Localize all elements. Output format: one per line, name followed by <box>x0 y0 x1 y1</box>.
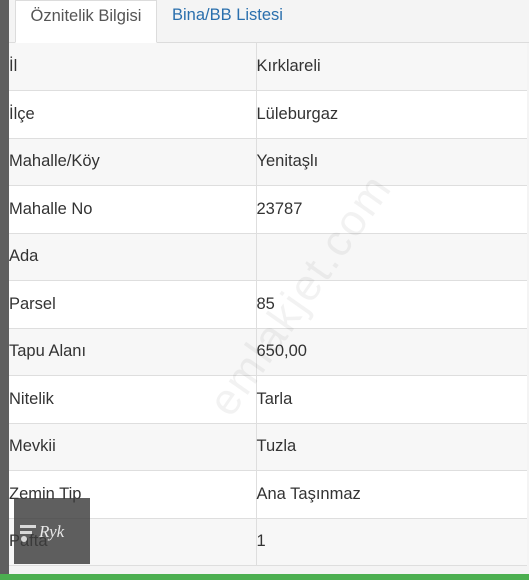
row-value: 1 <box>256 518 527 566</box>
logo-mark-icon: Ryk <box>20 522 65 542</box>
row-value <box>256 233 527 281</box>
table-row: Mevkii Tuzla <box>9 423 527 471</box>
table-row: Tapu Alanı 650,00 <box>9 328 527 376</box>
row-label: Mevkii <box>9 423 257 471</box>
row-value: Lüleburgaz <box>256 90 527 139</box>
row-label: İl <box>9 43 257 91</box>
table-row: Mahalle/Köy Yenitaşlı <box>9 138 527 186</box>
row-label: Tapu Alanı <box>9 328 257 376</box>
tab-building-list[interactable]: Bina/BB Listesi <box>172 0 283 42</box>
row-label: Mahalle/Köy <box>9 138 257 186</box>
logo: Ryk <box>14 498 90 564</box>
row-label: Mahalle No <box>9 185 257 234</box>
row-value: Yenitaşlı <box>256 138 527 186</box>
row-label: Parsel <box>9 280 257 329</box>
row-value: Tarla <box>256 375 527 424</box>
tab-attribute-info[interactable]: Öznitelik Bilgisi <box>15 0 157 43</box>
table-row: İlçe Lüleburgaz <box>9 90 527 139</box>
row-value: 85 <box>256 280 527 329</box>
attribute-panel: Öznitelik Bilgisi Bina/BB Listesi İl Kırk… <box>9 0 529 574</box>
table-row: İl Kırklareli <box>9 43 527 91</box>
table-row: Ada <box>9 233 527 281</box>
row-value: 650,00 <box>256 328 527 376</box>
row-label: Nitelik <box>9 375 257 424</box>
table-row: Nitelik Tarla <box>9 375 527 424</box>
bottom-bar <box>0 574 529 580</box>
row-value: Ana Taşınmaz <box>256 470 527 519</box>
svg-text:Ryk: Ryk <box>38 522 65 541</box>
row-value: Kırklareli <box>256 43 527 91</box>
row-value: Tuzla <box>256 423 527 471</box>
row-value: 23787 <box>256 185 527 234</box>
tab-bar: Öznitelik Bilgisi Bina/BB Listesi <box>9 0 529 43</box>
attribute-table: İl Kırklareli İlçe Lüleburgaz Mahalle/Köy Y… <box>9 43 527 566</box>
row-label: Ada <box>9 233 257 281</box>
row-label: İlçe <box>9 90 257 139</box>
table-row: Mahalle No 23787 <box>9 185 527 234</box>
table-row: Parsel 85 <box>9 280 527 329</box>
